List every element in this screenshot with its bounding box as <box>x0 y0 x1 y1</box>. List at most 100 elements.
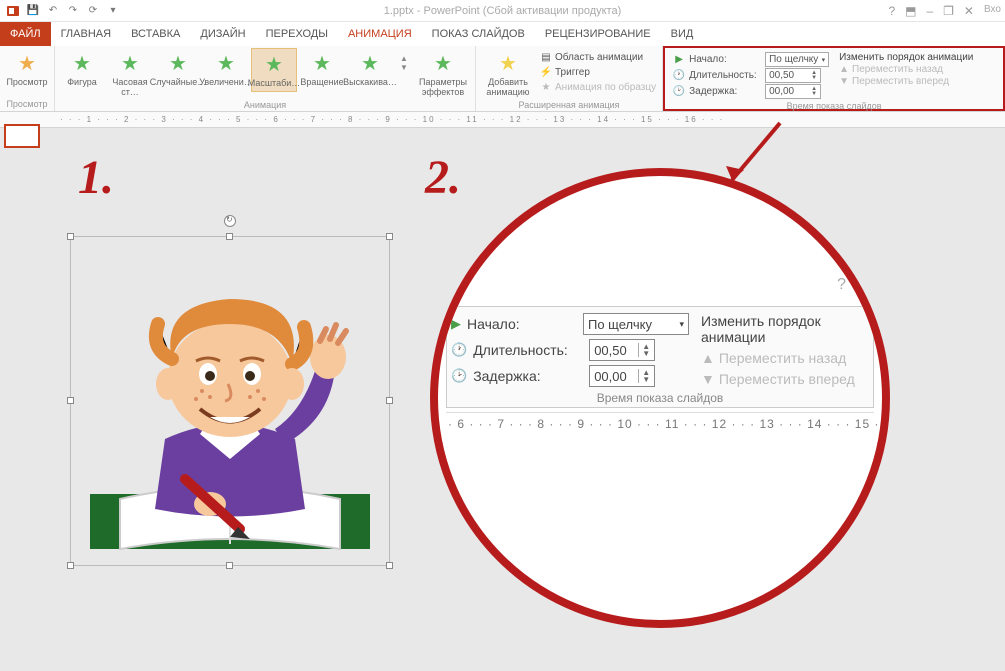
effect-zoom[interactable]: ★Масштаби… <box>251 48 297 92</box>
effect-random[interactable]: ★Случайные… <box>155 48 201 90</box>
zoom-duration-input[interactable]: 00,50▲▼ <box>589 339 655 361</box>
zoom-duration-field: 🕐 Длительность: 00,50▲▼ <box>451 339 689 361</box>
zoom-reorder-header: Изменить порядок анимации <box>701 313 869 345</box>
play-icon: ▶ <box>673 54 685 66</box>
effect-options-button[interactable]: ★Параметры эффектов <box>415 48 471 100</box>
resize-handle[interactable] <box>386 562 393 569</box>
zoom-move-earlier: ▲Переместить назад <box>701 350 869 366</box>
play-icon: ▶ <box>451 316 461 332</box>
zoom-delay-field: 🕑 Задержка: 00,00▲▼ <box>451 365 689 387</box>
tab-file[interactable]: ФАЙЛ <box>0 22 51 46</box>
redo-icon[interactable]: ↷ <box>66 4 80 18</box>
zoom-start-dropdown[interactable]: По щелчку▾ <box>583 313 689 335</box>
start-dropdown[interactable]: По щелчку▾ <box>765 52 829 67</box>
tab-design[interactable]: ДИЗАЙН <box>190 22 255 46</box>
tab-home[interactable]: ГЛАВНАЯ <box>51 22 121 46</box>
clock-icon: 🕐 <box>451 342 467 358</box>
restore-icon[interactable]: ❐ <box>943 4 954 18</box>
zoom-ruler: · 6 · · · 7 · · · 8 · · · 9 · · · 10 · ·… <box>446 412 874 431</box>
group-advanced-label: Расширенная анимация <box>480 100 658 112</box>
delay-icon: 🕑 <box>451 368 467 384</box>
zoom-move-later: ▼Переместить вперед <box>701 371 869 387</box>
preview-button[interactable]: ★ Просмотр <box>4 48 50 90</box>
trigger-button[interactable]: ⚡Триггер <box>540 65 656 79</box>
resize-handle[interactable] <box>226 562 233 569</box>
group-animation-label: Анимация <box>59 100 471 112</box>
effects-more[interactable]: ▲▼ <box>395 48 413 80</box>
resize-handle[interactable] <box>67 397 74 404</box>
effect-bounce[interactable]: ★Выскакива… <box>347 48 393 90</box>
login-link[interactable]: Вхо <box>984 4 1001 18</box>
zoom-delay-input[interactable]: 00,00▲▼ <box>589 365 655 387</box>
duration-input[interactable]: 00,50▲▼ <box>765 68 821 83</box>
app-icon <box>6 4 20 18</box>
reorder-block: Изменить порядок анимации ▲Переместить н… <box>835 50 977 89</box>
painter-icon: ★ <box>540 81 552 93</box>
delay-input[interactable]: 00,00▲▼ <box>765 84 821 99</box>
magnifier-callout: ? ⬒ ▶ Начало: По щелчку▾ 🕐 Длительность: <box>430 168 890 628</box>
undo-icon[interactable]: ↶ <box>46 4 60 18</box>
ribbon-options-icon[interactable]: ⬒ <box>905 4 916 18</box>
effect-shape[interactable]: ★Фигура <box>59 48 105 90</box>
tab-view[interactable]: ВИД <box>661 22 704 46</box>
group-preview-label: Просмотр <box>4 99 50 111</box>
resize-handle[interactable] <box>226 233 233 240</box>
boy-illustration <box>77 243 383 559</box>
group-advanced: ★Добавить анимацию ▤Область анимации ⚡Тр… <box>476 46 663 111</box>
animation-pane-button[interactable]: ▤Область анимации <box>540 50 656 64</box>
save-icon[interactable]: 💾 <box>26 4 40 18</box>
zoom-start-field: ▶ Начало: По щелчку▾ <box>451 313 689 335</box>
duration-field: 🕐 Длительность: 00,50▲▼ <box>673 68 829 83</box>
animation-painter-button: ★Анимация по образцу <box>540 80 656 94</box>
annotation-1: 1. <box>78 150 114 205</box>
annotation-2: 2. <box>425 150 461 205</box>
rotate-handle[interactable] <box>224 215 236 227</box>
trigger-icon: ⚡ <box>540 66 552 78</box>
resize-handle[interactable] <box>67 233 74 240</box>
add-animation-button[interactable]: ★Добавить анимацию <box>480 48 536 100</box>
pane-icon: ▤ <box>540 51 552 63</box>
preview-icon: ★ <box>14 50 40 76</box>
slide-thumbnail[interactable] <box>4 124 40 148</box>
window-controls: ? ⬒ – ❐ ✕ Вхо <box>888 4 1001 18</box>
timing-fields: ▶ Начало: По щелчку▾ 🕐 Длительность: 00,… <box>669 50 833 101</box>
group-animation: ★Фигура ★Часовая ст… ★Случайные… ★Увелич… <box>55 46 476 111</box>
window-title: 1.pptx - PowerPoint (Сбой активации прод… <box>384 5 622 17</box>
up-icon: ▲ <box>701 350 715 366</box>
qat-more-icon[interactable]: ▾ <box>106 4 120 18</box>
minimize-icon[interactable]: – <box>926 4 933 18</box>
group-preview: ★ Просмотр Просмотр <box>0 46 55 111</box>
help-icon[interactable]: ? <box>888 4 895 18</box>
tab-slideshow[interactable]: ПОКАЗ СЛАЙДОВ <box>422 22 535 46</box>
zoom-group-label: Время показа слайдов <box>451 391 869 405</box>
resize-handle[interactable] <box>386 233 393 240</box>
group-timing: ▶ Начало: По щелчку▾ 🕐 Длительность: 00,… <box>663 46 1005 111</box>
selected-image[interactable] <box>70 236 390 566</box>
move-later-button: ▼Переместить вперед <box>839 76 973 87</box>
tab-insert[interactable]: ВСТАВКА <box>121 22 190 46</box>
down-icon: ▼ <box>839 76 849 87</box>
clock-icon: 🕐 <box>673 70 685 82</box>
tab-animation[interactable]: АНИМАЦИЯ <box>338 22 422 46</box>
resize-handle[interactable] <box>386 397 393 404</box>
group-timing-label: Время показа слайдов <box>669 101 999 113</box>
effect-wheel[interactable]: ★Часовая ст… <box>107 48 153 100</box>
down-icon: ▼ <box>701 371 715 387</box>
delay-icon: 🕑 <box>673 86 685 98</box>
quick-access-toolbar: 💾 ↶ ↷ ⟳ ▾ <box>0 4 126 18</box>
close-icon[interactable]: ✕ <box>964 4 974 18</box>
slide-canvas: 1. 2. <box>0 128 1005 671</box>
effect-spin[interactable]: ★Вращение <box>299 48 345 90</box>
reorder-header: Изменить порядок анимации <box>839 52 973 63</box>
up-icon: ▲ <box>839 64 849 75</box>
tab-review[interactable]: РЕЦЕНЗИРОВАНИЕ <box>535 22 661 46</box>
resize-handle[interactable] <box>67 562 74 569</box>
horizontal-ruler: · · · 1 · · · 2 · · · 3 · · · 4 · · · 5 … <box>0 112 1005 128</box>
tab-transitions[interactable]: ПЕРЕХОДЫ <box>256 22 338 46</box>
effect-grow[interactable]: ★Увеличени… <box>203 48 249 90</box>
ribbon-tabs: ФАЙЛ ГЛАВНАЯ ВСТАВКА ДИЗАЙН ПЕРЕХОДЫ АНИ… <box>0 22 1005 46</box>
magnifier-content: ▶ Начало: По щелчку▾ 🕐 Длительность: 00,… <box>446 306 874 431</box>
delay-field: 🕑 Задержка: 00,00▲▼ <box>673 84 829 99</box>
zoom-ribbon-icon: ⬒ <box>855 276 868 293</box>
repeat-icon[interactable]: ⟳ <box>86 4 100 18</box>
